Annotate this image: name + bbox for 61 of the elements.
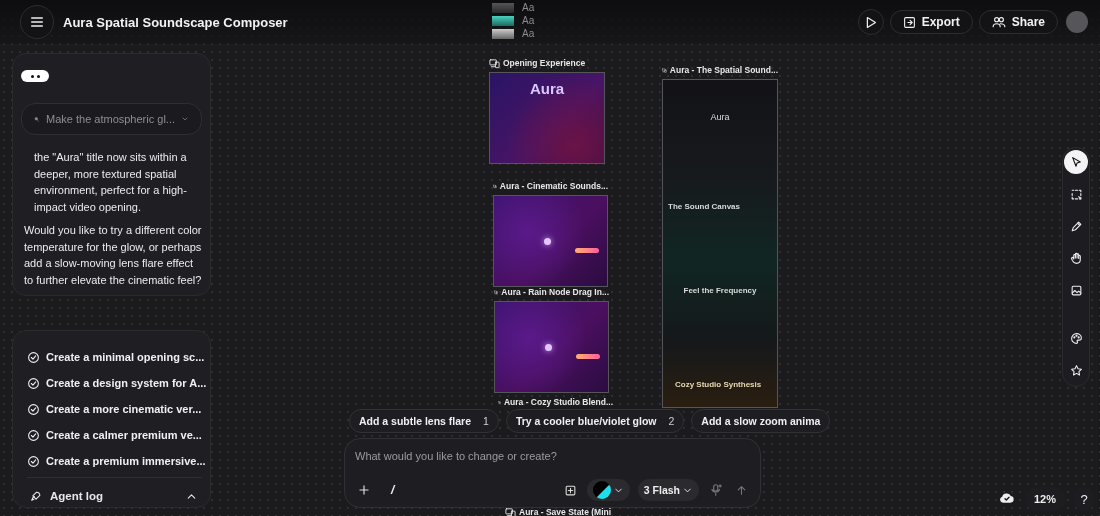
- assistant-message: the "Aura" title now sits within a deeper, more textured spatial environment, perfect for a high-impact video opening.: [34, 150, 188, 215]
- frame-preview[interactable]: Aura: [489, 72, 605, 164]
- suggestion-chip[interactable]: Add a slow zoom anima: [691, 409, 831, 433]
- suggestion-chip[interactable]: Try a cooler blue/violet glow 2: [505, 409, 685, 433]
- glow-orb-icon: [544, 238, 551, 245]
- image-icon: [1069, 283, 1083, 297]
- cloud-check-icon: [998, 490, 1016, 506]
- plus-square-icon: [563, 483, 577, 497]
- suggestion-chip[interactable]: Add a subtle lens flare 1: [349, 409, 499, 433]
- hand-icon: [1069, 251, 1083, 265]
- frame-title[interactable]: Aura - The Spatial Sound...: [662, 64, 778, 76]
- frame-title[interactable]: Aura - Cinematic Sounds...: [493, 180, 608, 192]
- plus-icon: [357, 483, 371, 497]
- palette-icon: [1069, 331, 1083, 345]
- theme-swatch-icon: [592, 481, 611, 499]
- avatar[interactable]: [1066, 11, 1088, 33]
- people-icon: [991, 15, 1006, 29]
- frame-title[interactable]: Aura - Cozy Studio Blend...: [498, 396, 613, 408]
- slash-command-button[interactable]: /: [389, 481, 397, 499]
- design-system-preview[interactable]: Aa Aa Aa: [492, 0, 582, 39]
- select-tool[interactable]: [1064, 150, 1088, 174]
- preview-text: Aura: [710, 112, 730, 122]
- preview-text: The Sound Canvas: [668, 202, 740, 212]
- frame-title[interactable]: Opening Experience: [489, 57, 605, 69]
- frame-title[interactable]: Aura - Rain Node Drag In...: [494, 286, 609, 298]
- task-item[interactable]: Create a calmer premium ve...: [27, 422, 202, 448]
- rocket-icon: [29, 489, 42, 503]
- export-button[interactable]: Export: [889, 10, 973, 34]
- preview-text: Cozy Studio Synthesis: [675, 380, 762, 390]
- menu-button[interactable]: [20, 5, 54, 39]
- arrow-up-icon: [735, 483, 748, 497]
- menu-icon: [29, 14, 45, 30]
- type-sample: Aa: [522, 28, 535, 39]
- marquee-icon: [1069, 187, 1083, 201]
- prompt-chip[interactable]: Make the atmospheric gl...: [21, 103, 202, 135]
- type-sample: Aa: [522, 2, 535, 13]
- glow-orb-icon: [545, 344, 552, 351]
- frame-title[interactable]: Aura - Save State (Mini: [505, 506, 635, 516]
- play-button[interactable]: [857, 9, 884, 35]
- suggestion-count: 1: [483, 415, 489, 427]
- type-sample: Aa: [522, 15, 535, 26]
- theme-selector[interactable]: [586, 479, 630, 501]
- prompt-input[interactable]: What would you like to change or create?: [355, 447, 750, 465]
- suggestion-count: 2: [668, 415, 675, 427]
- share-button[interactable]: Share: [978, 10, 1058, 34]
- model-selector[interactable]: 3 Flash: [637, 479, 699, 501]
- gradient-bar-icon: [576, 354, 600, 359]
- frame-preview[interactable]: Aura The Sound Canvas Feel the Frequency Cozy Studio Synthesis: [662, 79, 778, 408]
- task-item[interactable]: Create a more cinematic ver...: [27, 396, 202, 422]
- task-item[interactable]: Create a minimal opening sc...: [27, 344, 202, 370]
- pencil-icon: [1069, 219, 1083, 233]
- cursor-icon: [1069, 155, 1083, 169]
- typing-indicator-icon: [21, 70, 49, 82]
- preview-text: Feel the Frequency: [683, 286, 757, 296]
- preview-heading: Aura: [529, 81, 565, 97]
- export-icon: [902, 15, 916, 29]
- agent-log-toggle[interactable]: Agent log: [27, 478, 202, 514]
- project-title: Aura Spatial Soundscape Composer: [63, 14, 288, 30]
- assistant-question: Would you like to try a different color temperature for the glow, or perhaps add a slow-moving lens flare effect to further elevate the cinematic feel?: [24, 223, 202, 288]
- gradient-bar-icon: [575, 248, 599, 253]
- star-icon: [1069, 363, 1083, 377]
